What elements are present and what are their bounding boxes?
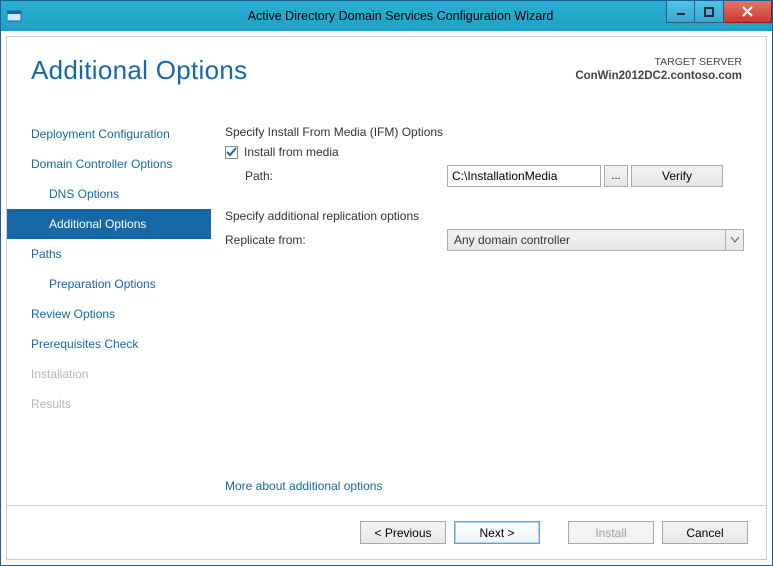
wizard-window: Active Directory Domain Services Configu…: [0, 0, 773, 566]
install-button: Install: [568, 521, 654, 544]
sidebar-item-installation: Installation: [7, 359, 211, 389]
target-server-block: TARGET SERVER ConWin2012DC2.contoso.com: [575, 55, 742, 85]
sidebar-item-domain-controller-options[interactable]: Domain Controller Options: [7, 149, 211, 179]
target-server-label: TARGET SERVER: [575, 55, 742, 69]
sidebar-item-prerequisites-check[interactable]: Prerequisites Check: [7, 329, 211, 359]
replicate-from-value: Any domain controller: [454, 233, 570, 247]
footer: < Previous Next > Install Cancel: [7, 505, 766, 559]
titlebar[interactable]: Active Directory Domain Services Configu…: [1, 1, 772, 31]
browse-button[interactable]: ...: [604, 165, 628, 187]
path-input[interactable]: [447, 165, 601, 187]
previous-button[interactable]: < Previous: [360, 521, 446, 544]
sidebar-item-additional-options[interactable]: Additional Options: [7, 209, 211, 239]
replicate-from-label: Replicate from:: [225, 233, 447, 247]
sidebar-item-deployment-configuration[interactable]: Deployment Configuration: [7, 119, 211, 149]
app-icon: [1, 1, 29, 31]
content-panel: Specify Install From Media (IFM) Options…: [211, 109, 766, 505]
window-title: Active Directory Domain Services Configu…: [29, 9, 772, 23]
sidebar-item-review-options[interactable]: Review Options: [7, 299, 211, 329]
path-label: Path:: [245, 169, 447, 183]
sidebar-item-preparation-options[interactable]: Preparation Options: [7, 269, 211, 299]
replicate-from-dropdown[interactable]: Any domain controller: [447, 229, 744, 251]
install-from-media-checkbox[interactable]: [225, 146, 238, 159]
page-title: Additional Options: [31, 55, 247, 86]
sidebar-item-results: Results: [7, 389, 211, 419]
more-about-link[interactable]: More about additional options: [225, 479, 382, 493]
target-server-name: ConWin2012DC2.contoso.com: [575, 69, 742, 85]
minimize-button[interactable]: [666, 1, 695, 23]
close-button[interactable]: [724, 1, 772, 23]
replication-section-title: Specify additional replication options: [225, 209, 744, 223]
sidebar-item-dns-options[interactable]: DNS Options: [7, 179, 211, 209]
ifm-section-title: Specify Install From Media (IFM) Options: [225, 125, 744, 139]
sidebar: Deployment Configuration Domain Controll…: [7, 109, 211, 505]
cancel-button[interactable]: Cancel: [662, 521, 748, 544]
maximize-button[interactable]: [695, 1, 724, 23]
next-button[interactable]: Next >: [454, 521, 540, 544]
sidebar-item-paths[interactable]: Paths: [7, 239, 211, 269]
install-from-media-label: Install from media: [244, 145, 339, 159]
verify-button[interactable]: Verify: [631, 165, 723, 187]
chevron-down-icon: [725, 230, 743, 250]
